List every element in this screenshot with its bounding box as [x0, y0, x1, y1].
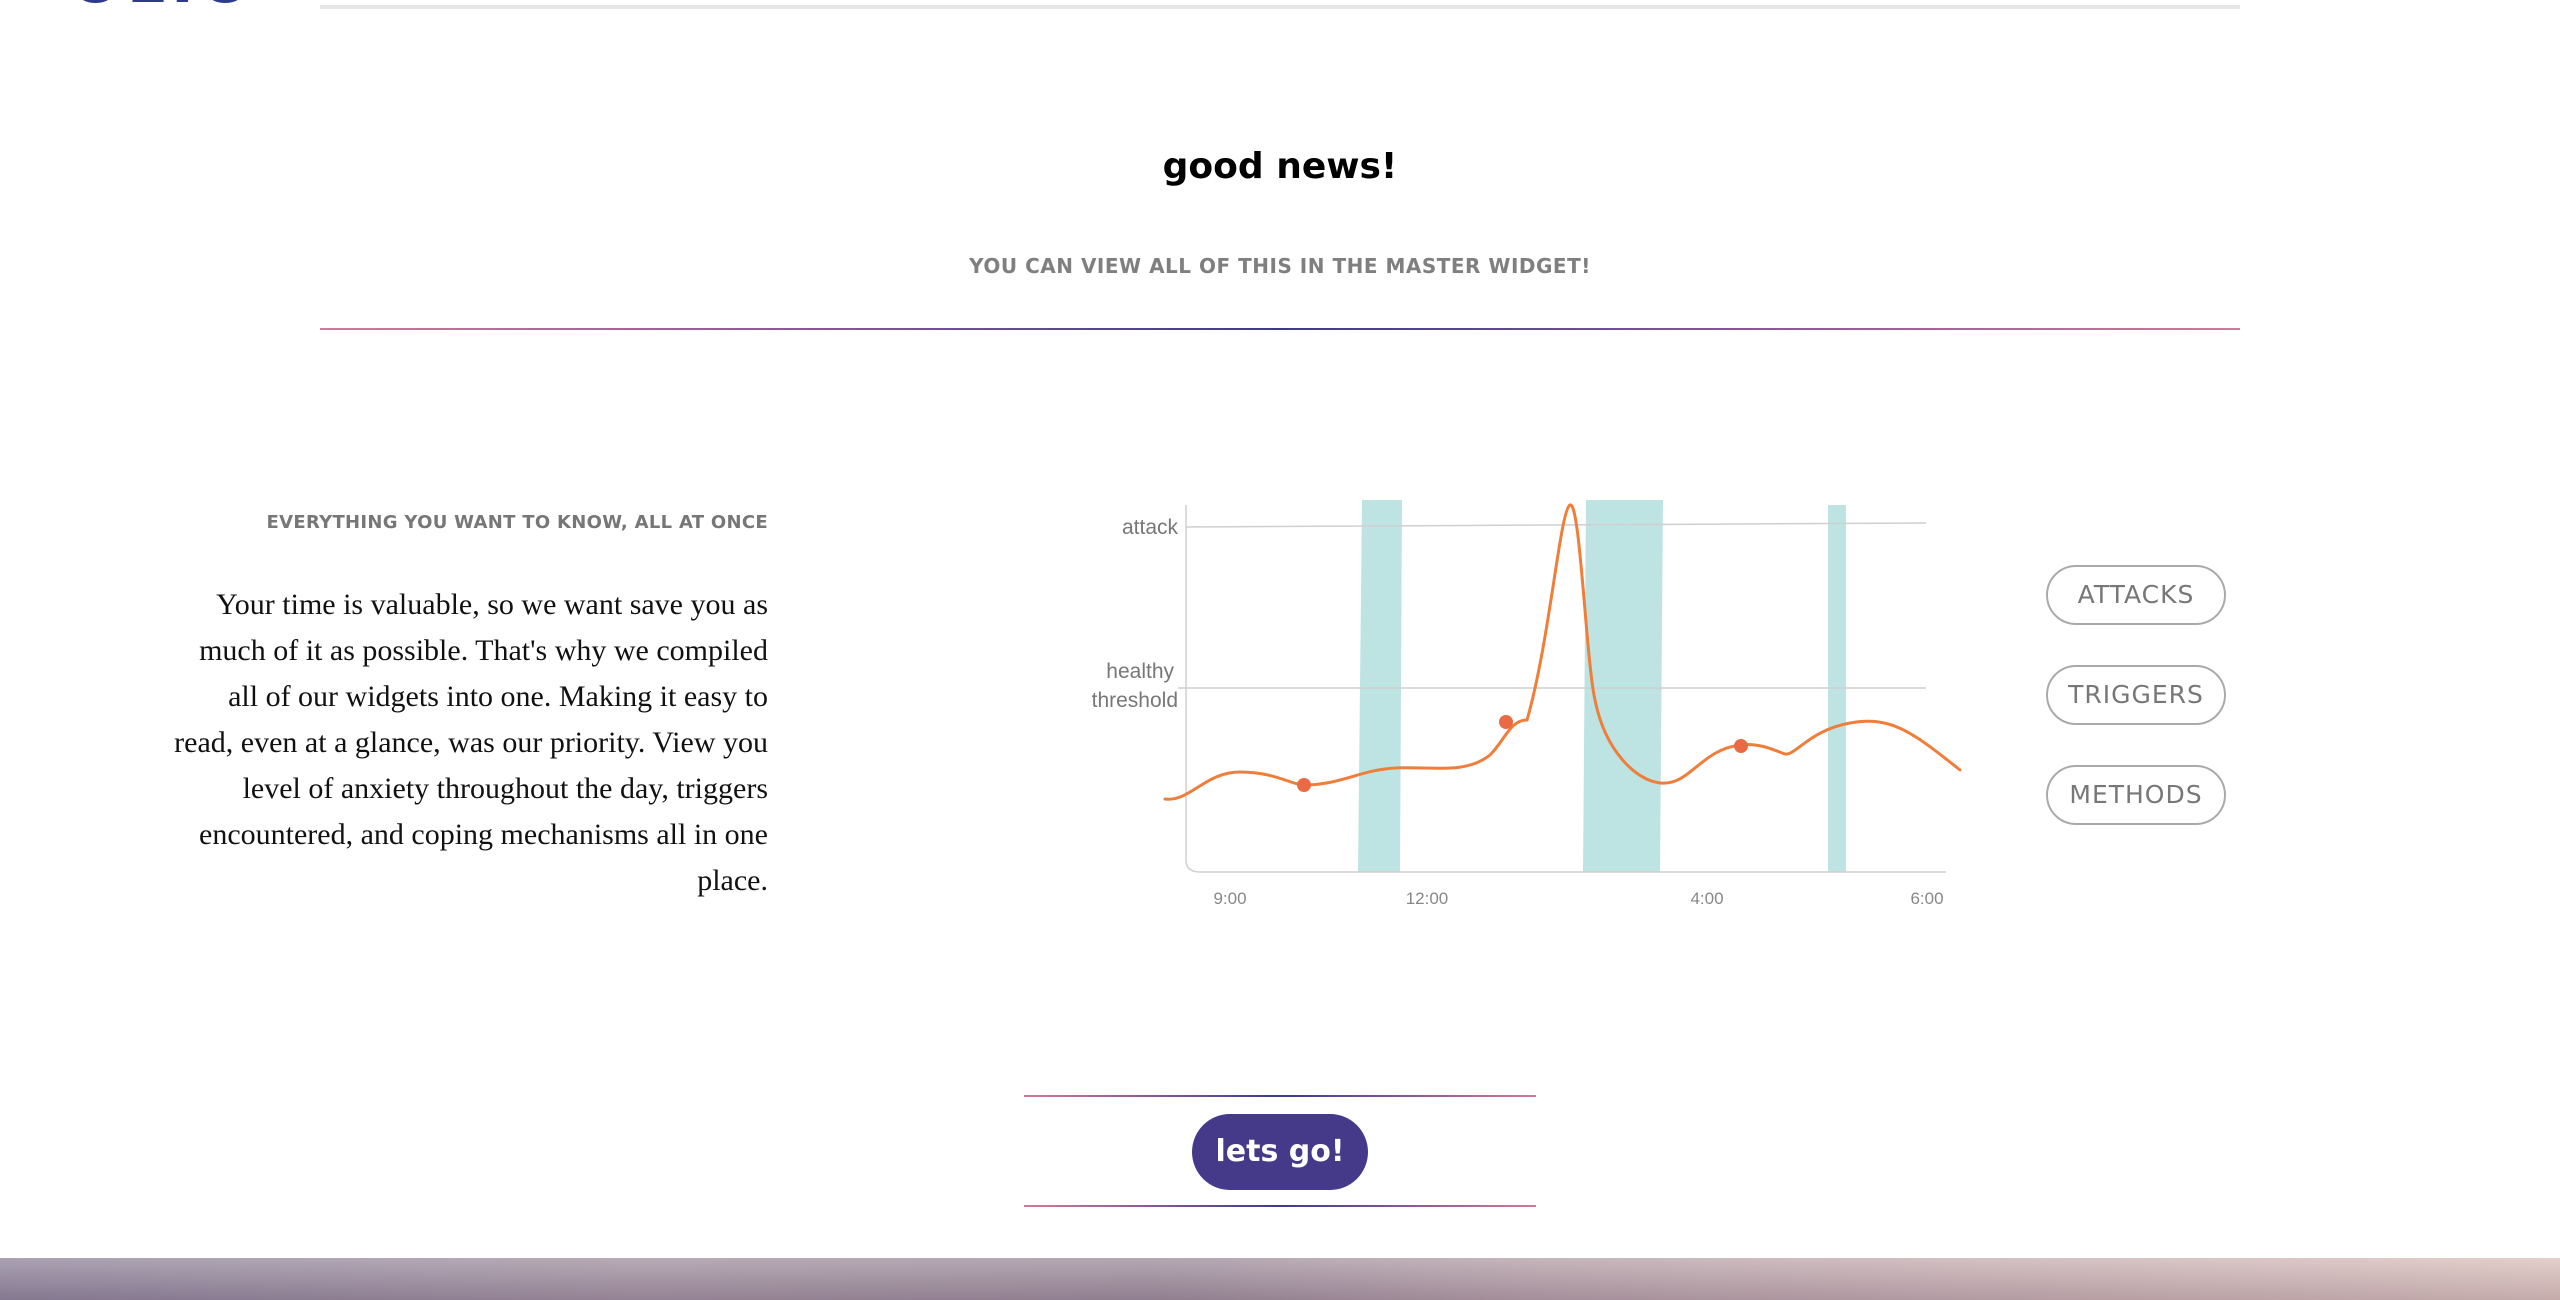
event-point [1734, 739, 1748, 753]
feature-description: Your time is valuable, so we want save y… [174, 588, 768, 897]
page-title: good news! [1162, 146, 1398, 187]
trigger-bands [1358, 500, 1846, 872]
x-tick-label: 6:00 [1910, 889, 1943, 908]
trigger-band [1358, 500, 1402, 872]
lets-go-button[interactable]: lets go! [1192, 1114, 1368, 1190]
logo[interactable]: OLIO [70, 0, 260, 10]
logo-text: OLIO [70, 0, 260, 10]
anxiety-chart: attack healthy threshold 9:00 12:00 4:00… [1092, 500, 1962, 908]
trigger-band [1583, 500, 1663, 872]
footer-background-image [0, 1258, 2560, 1300]
event-point [1297, 778, 1311, 792]
event-point [1499, 715, 1513, 729]
x-tick-label: 9:00 [1213, 889, 1246, 908]
feature-label: EVERYTHING YOU WANT TO KNOW, ALL AT ONCE [266, 512, 768, 533]
section-divider [320, 328, 2240, 330]
attacks-filter-button[interactable]: ATTACKS [2046, 565, 2226, 625]
y-label-attack: attack [1122, 516, 1179, 539]
x-tick-label: 4:00 [1690, 889, 1723, 908]
x-tick-label: 12:00 [1406, 889, 1449, 908]
page-subtitle: YOU CAN VIEW ALL OF THIS IN THE MASTER W… [969, 254, 1591, 278]
y-label-healthy: healthy [1106, 660, 1174, 683]
header-divider [320, 5, 2240, 9]
grid-lines [1178, 522, 1927, 689]
attack-gridline [1185, 522, 1927, 528]
y-label-threshold: threshold [1092, 689, 1178, 712]
triggers-filter-button[interactable]: TRIGGERS [2046, 665, 2226, 725]
cta-top-divider [1024, 1095, 1536, 1097]
cta-bottom-divider [1024, 1205, 1536, 1207]
methods-filter-button[interactable]: METHODS [2046, 765, 2226, 825]
